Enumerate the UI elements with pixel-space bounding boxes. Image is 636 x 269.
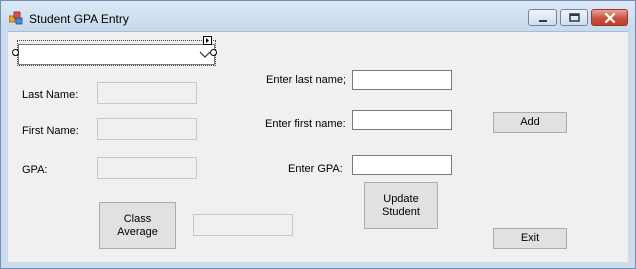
close-icon: [604, 12, 616, 24]
gpa-display: [97, 157, 197, 179]
minimize-icon: [539, 20, 547, 22]
student-combo-box[interactable]: [18, 44, 215, 65]
window-title: Student GPA Entry: [29, 12, 129, 26]
class-average-display: [193, 214, 293, 236]
enter-last-name-label: Enter last name;: [266, 74, 347, 86]
add-button[interactable]: Add: [493, 112, 567, 133]
last-name-label: Last Name:: [22, 89, 79, 101]
first-name-label: First Name:: [22, 125, 79, 137]
app-window: Student GPA Entry Last Name: First Name:…: [0, 0, 636, 269]
last-name-display: [97, 82, 197, 104]
resize-handle-right[interactable]: [210, 49, 217, 56]
enter-gpa-label: Enter GPA:: [288, 163, 343, 175]
close-button[interactable]: [591, 9, 628, 26]
resize-handle-left[interactable]: [12, 49, 19, 56]
gpa-input[interactable]: [352, 155, 452, 175]
class-average-button[interactable]: Class Average: [99, 202, 176, 249]
enter-first-name-label: Enter first name:: [265, 118, 346, 130]
title-bar[interactable]: Student GPA Entry: [1, 1, 635, 31]
windows-form-icon: [8, 11, 23, 25]
smart-tag-arrow-icon[interactable]: [203, 36, 212, 45]
first-name-input[interactable]: [352, 110, 452, 130]
form-client-area: Last Name: First Name: GPA: Enter last n…: [8, 31, 628, 262]
gpa-label: GPA:: [22, 164, 48, 176]
exit-button[interactable]: Exit: [493, 228, 567, 249]
update-student-button[interactable]: Update Student: [364, 182, 438, 229]
maximize-icon: [569, 13, 580, 22]
minimize-button[interactable]: [528, 9, 557, 26]
maximize-button[interactable]: [560, 9, 588, 26]
last-name-input[interactable]: [352, 70, 452, 90]
first-name-display: [97, 118, 197, 140]
